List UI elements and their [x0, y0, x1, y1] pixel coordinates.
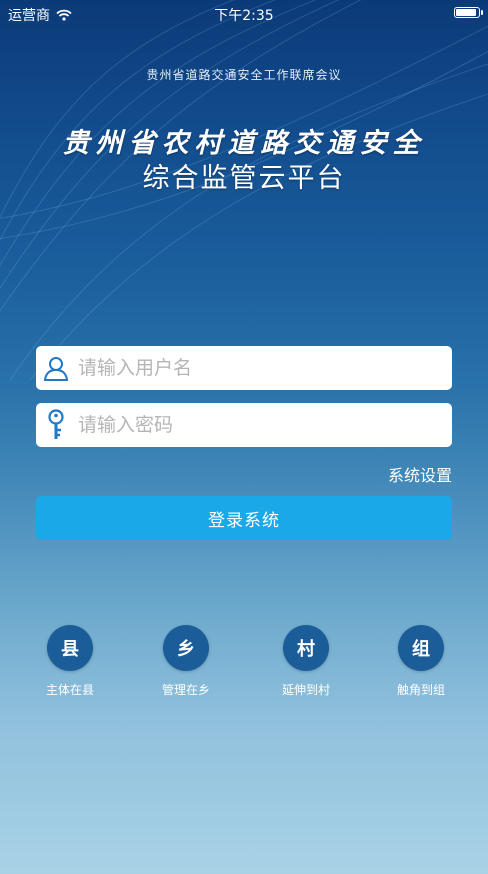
- page-subtitle: 综合监管云平台: [142, 163, 346, 194]
- system-settings-link[interactable]: 系统设置: [388, 462, 452, 486]
- username-input[interactable]: [76, 348, 438, 388]
- feature-village[interactable]: 村 延伸到村: [256, 625, 356, 698]
- user-icon: [36, 346, 76, 390]
- login-button[interactable]: 登录系统: [36, 496, 452, 540]
- page-title: 贵州省农村道路交通安全: [62, 128, 426, 159]
- feature-county[interactable]: 县 主体在县: [20, 625, 120, 698]
- username-field[interactable]: [36, 346, 452, 390]
- feature-group-icon[interactable]: 组: [398, 625, 444, 671]
- password-field[interactable]: [36, 403, 452, 447]
- battery-icon: [454, 7, 483, 18]
- feature-village-icon[interactable]: 村: [283, 625, 329, 671]
- feature-group[interactable]: 组 触角到组: [371, 625, 471, 698]
- feature-county-label: 主体在县: [45, 683, 94, 697]
- status-time: 下午2:35: [214, 8, 274, 24]
- password-input[interactable]: [76, 405, 438, 445]
- organization-name: 贵州省道路交通安全工作联席会议: [146, 68, 342, 82]
- feature-village-label: 延伸到村: [281, 683, 330, 697]
- feature-group-label: 触角到组: [396, 683, 445, 697]
- feature-township[interactable]: 乡 管理在乡: [136, 625, 236, 698]
- feature-county-icon[interactable]: 县: [47, 625, 93, 671]
- feature-township-label: 管理在乡: [161, 683, 210, 697]
- feature-township-icon[interactable]: 乡: [163, 625, 209, 671]
- battery-fill: [456, 9, 476, 16]
- key-icon: [36, 403, 76, 447]
- status-bar: 运营商 下午2:35: [0, 0, 488, 26]
